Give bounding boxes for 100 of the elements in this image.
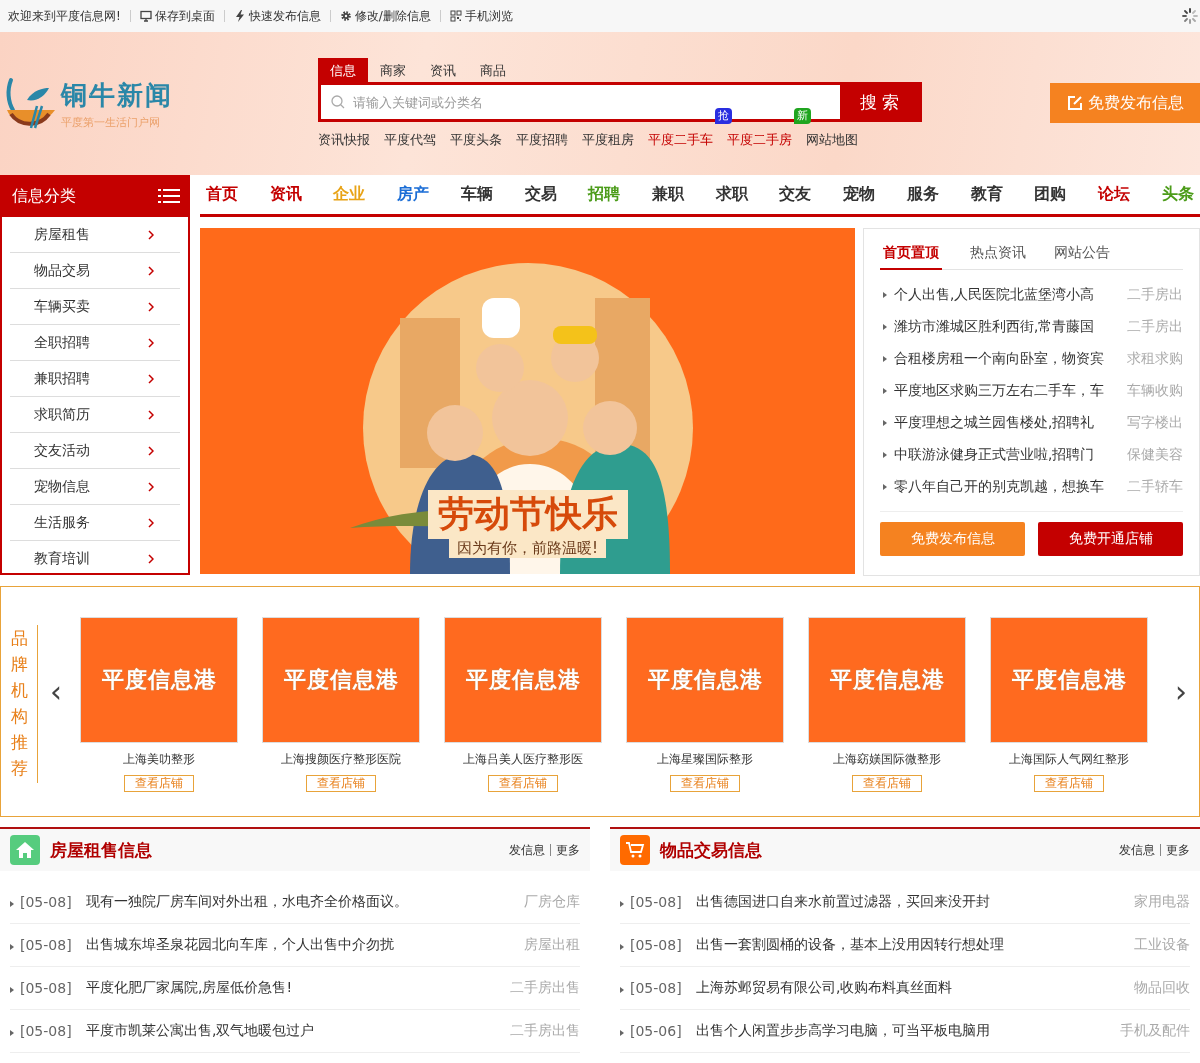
brand-name: 上海吕美人医疗整形医 [463, 751, 583, 768]
notice-link[interactable]: 个人出售,人民医院北蓝堡湾小高 [894, 286, 1119, 304]
top-link[interactable]: 保存到桌面 [139, 7, 215, 25]
post-link[interactable]: 出售德国进口自来水前置过滤器，买回来没开封 [696, 893, 1134, 911]
sidebar-item[interactable]: 全职招聘 [10, 325, 180, 361]
bullet-icon [883, 324, 887, 330]
sidebar-item[interactable]: 生活服务 [10, 505, 180, 541]
post-date: [05-08] [20, 1023, 73, 1039]
notice-link[interactable]: 平度地区求购三万左右二手车，车 [894, 382, 1119, 400]
bullet-icon [883, 356, 887, 362]
chevron-icon [148, 481, 154, 492]
sidebar-item[interactable]: 教育培训 [10, 541, 180, 576]
hot-link[interactable]: 资讯快报 [318, 132, 370, 147]
nav-link[interactable]: 交易 [524, 184, 557, 205]
section-title: 物品交易信息 [660, 838, 763, 862]
notice-category: 二手轿车 [1127, 478, 1183, 496]
post-link[interactable]: 平度化肥厂家属院,房屋低价急售! [86, 979, 510, 997]
panel-button[interactable]: 免费开通店铺 [1038, 522, 1183, 556]
post-link[interactable]: 发信息 [509, 841, 545, 859]
more-link[interactable]: 更多 [1166, 841, 1190, 859]
hot-link[interactable]: 平度二手房 [727, 132, 792, 147]
panel-tab[interactable]: 热点资讯 [970, 244, 1026, 270]
post-date: [05-08] [20, 937, 73, 953]
notice-link[interactable]: 中联游泳健身正式营业啦,招聘门 [894, 446, 1119, 464]
hot-link[interactable]: 平度招聘 [516, 132, 568, 147]
post-category: 二手房出售 [510, 979, 580, 997]
menu-icon [158, 188, 180, 204]
post-category: 工业设备 [1134, 936, 1190, 954]
panel-tab[interactable]: 网站公告 [1054, 244, 1110, 270]
notice-link[interactable]: 零八年自己开的别克凯越，想换车 [894, 478, 1119, 496]
panel-tab[interactable]: 首页置顶 [880, 244, 942, 270]
chevron-icon [148, 337, 154, 348]
section-title: 房屋租售信息 [50, 838, 153, 862]
sidebar-item[interactable]: 求职简历 [10, 397, 180, 433]
top-link[interactable]: 手机浏览 [449, 7, 513, 25]
chevron-icon [148, 265, 154, 276]
sidebar-item[interactable]: 房屋租售 [10, 217, 180, 253]
nav-link[interactable]: 交友 [779, 184, 812, 205]
qr-code-icon [449, 10, 462, 22]
lightning-icon [233, 10, 246, 22]
sidebar-item[interactable]: 宠物信息 [10, 469, 180, 505]
bullet-icon [883, 292, 887, 298]
monitor-icon [139, 10, 152, 22]
chevron-icon [148, 517, 154, 528]
nav-link[interactable]: 团购 [1034, 184, 1067, 205]
hot-link[interactable]: 平度租房 [582, 132, 634, 147]
notice-link[interactable]: 平度理想之城兰园售楼处,招聘礼 [894, 414, 1119, 432]
sidebar-item[interactable]: 物品交易 [10, 253, 180, 289]
nav-link[interactable]: 首页 [206, 184, 238, 205]
post-link[interactable]: 上海苏邺贸易有限公司,收购布料真丝面料 [696, 979, 1134, 997]
search-tab[interactable]: 信息 [318, 58, 368, 82]
top-link[interactable]: 修改/删除信息 [339, 7, 431, 25]
post-link[interactable]: 出售一套割圆桶的设备，基本上没用因转行想处理 [696, 936, 1134, 954]
logo-title: 铜牛新闻 [61, 79, 173, 112]
post-date: [05-08] [630, 937, 683, 953]
sidebar-item[interactable]: 车辆买卖 [10, 289, 180, 325]
more-link[interactable]: 更多 [556, 841, 580, 859]
notice-category: 保健美容 [1127, 446, 1183, 464]
previous-arrow[interactable]: ‹ [38, 677, 74, 707]
notice-link[interactable]: 潍坊市潍城区胜利西街,常青藤国 [894, 318, 1119, 336]
search-button[interactable]: 搜 索 [840, 85, 919, 119]
nav-link[interactable]: 兼职 [652, 184, 685, 205]
hot-link[interactable]: 平度二手车 [648, 132, 713, 147]
nav-link[interactable]: 宠物 [843, 184, 876, 205]
search-tab[interactable]: 资讯 [418, 58, 468, 82]
bullet-icon [10, 901, 14, 907]
loading-spinner-icon [1182, 8, 1198, 24]
post-date: [05-08] [20, 894, 73, 910]
nav-link[interactable]: 求职 [715, 184, 748, 205]
sidebar-title: 信息分类 [12, 185, 76, 207]
sidebar-item[interactable]: 交友活动 [10, 433, 180, 469]
sidebar-item[interactable]: 兼职招聘 [10, 361, 180, 397]
house-icon [10, 835, 40, 865]
post-link[interactable]: 发信息 [1119, 841, 1155, 859]
nav-link[interactable]: 资讯 [269, 184, 302, 205]
nav-link[interactable]: 教育 [970, 184, 1003, 205]
next-arrow[interactable]: › [1163, 677, 1199, 707]
notice-category: 求租求购 [1127, 350, 1183, 368]
nav-link[interactable]: 车辆 [460, 184, 493, 205]
post-link[interactable]: 出售个人闲置步步高学习电脑，可当平板电脑用 [696, 1022, 1120, 1040]
search-tab[interactable]: 商家 [368, 58, 418, 82]
nav-link[interactable]: 房产 [397, 184, 430, 205]
bullet-icon [883, 388, 887, 394]
nav-link[interactable]: 服务 [906, 184, 939, 205]
search-tab[interactable]: 商品 [468, 58, 518, 82]
notice-link[interactable]: 合租楼房租一个南向卧室，物资宾 [894, 350, 1119, 368]
post-link[interactable]: 现有一独院厂房车间对外出租，水电齐全价格面议。 [86, 893, 524, 911]
post-link[interactable]: 出售城东埠圣泉花园北向车库，个人出售中介勿扰 [86, 936, 524, 954]
badge: 抢 [715, 108, 732, 124]
hot-link[interactable]: 平度代驾 [384, 132, 436, 147]
hot-link[interactable]: 网站地图 [806, 132, 858, 147]
bullet-icon [620, 1030, 624, 1036]
top-link[interactable]: 快速发布信息 [233, 7, 321, 25]
notice-category: 二手房出 [1127, 318, 1183, 336]
nav-link[interactable]: 论坛 [1098, 184, 1131, 205]
hot-link[interactable]: 平度头条 [450, 132, 502, 147]
bullet-icon [883, 484, 887, 490]
bullet-icon [620, 987, 624, 993]
bullet-icon [883, 420, 887, 426]
post-link[interactable]: 平度市凯莱公寓出售,双气地暖包过户 [86, 1022, 510, 1040]
